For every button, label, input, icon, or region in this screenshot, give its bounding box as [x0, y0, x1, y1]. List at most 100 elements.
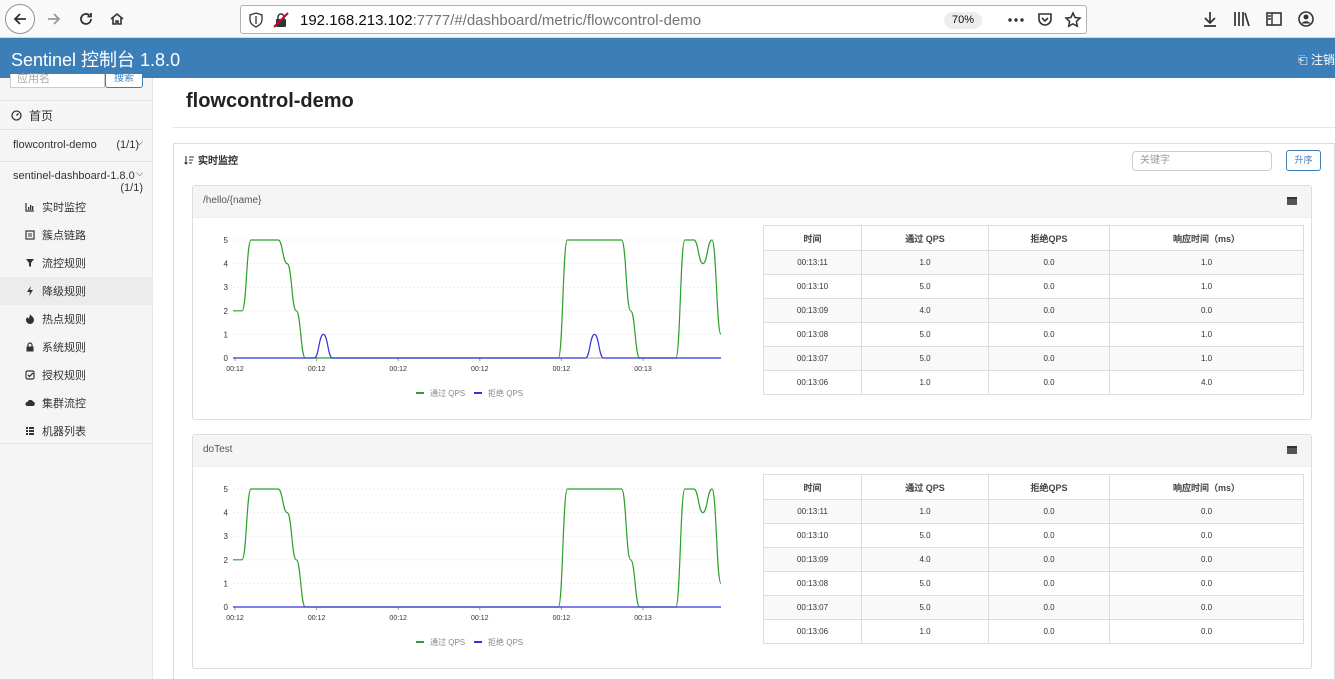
keyword-search-input[interactable]: 关键字: [1132, 151, 1272, 171]
table-row: 00:13:11 1.0 0.0 0.0: [763, 499, 1304, 524]
cell-rt: 0.0: [1109, 595, 1304, 620]
x-tick-label: 00:12: [389, 615, 407, 622]
download-icon[interactable]: [1200, 9, 1220, 29]
menu-item-degrade-rules[interactable]: 降级规则: [0, 277, 153, 305]
menu-item-label: 簇点链路: [42, 230, 86, 242]
cell-time: 00:13:06: [763, 619, 862, 644]
url-text[interactable]: 192.168.213.102:7777/#/dashboard/metric/…: [300, 12, 701, 29]
sort-icon: [184, 155, 194, 165]
app-header: Sentinel 控制台 1.8.0 ⎗ 注销: [0, 38, 1335, 78]
chevron-down-icon: ⌵: [136, 168, 143, 178]
cell-time: 00:13:09: [763, 298, 862, 323]
x-tick-label: 00:12: [226, 366, 244, 373]
app-name: sentinel-dashboard-1.8.0: [13, 170, 135, 182]
cell-rt: 1.0: [1109, 250, 1304, 275]
sort-ascending-button[interactable]: 升序: [1286, 150, 1321, 171]
sidebar-item-home[interactable]: 首页: [0, 100, 153, 130]
table-row: 00:13:06 1.0 0.0 0.0: [763, 619, 1304, 644]
table-row: 00:13:08 5.0 0.0 0.0: [763, 571, 1304, 596]
menu-item-hotspot-rules[interactable]: 热点规则: [0, 305, 153, 333]
table-row: 00:13:10 5.0 0.0 1.0: [763, 274, 1304, 299]
menu-item-realtime-monitor[interactable]: 实时监控: [0, 193, 153, 221]
cell-rt: 0.0: [1109, 571, 1304, 596]
y-tick-label: 0: [224, 354, 229, 363]
series-line: [232, 488, 722, 608]
cell-block-qps: 0.0: [988, 370, 1110, 395]
check-icon: [25, 370, 35, 380]
more-actions-icon[interactable]: [1007, 11, 1025, 29]
forward-button[interactable]: [40, 5, 68, 33]
x-tick-label: 00:12: [308, 615, 326, 622]
library-icon[interactable]: [1232, 9, 1252, 29]
resource-card: /hello/{name} 0 1 2 3 4 5 00:12 00:12 00:12 00:12…: [192, 185, 1312, 420]
zoom-indicator[interactable]: 70%: [944, 12, 983, 29]
table-row: 00:13:10 5.0 0.0 0.0: [763, 523, 1304, 548]
menu-item-label: 集群流控: [42, 398, 86, 410]
chart-toggle-icon[interactable]: [1287, 446, 1297, 454]
address-bar[interactable]: 192.168.213.102:7777/#/dashboard/metric/…: [240, 5, 1087, 34]
menu-item-label: 系统规则: [42, 342, 86, 354]
menu-item-label: 降级规则: [42, 286, 86, 298]
cell-block-qps: 0.0: [988, 250, 1110, 275]
menu-item-label: 实时监控: [42, 202, 86, 214]
cell-time: 00:13:11: [763, 499, 862, 524]
pocket-icon[interactable]: [1036, 11, 1054, 29]
cell-rt: 4.0: [1109, 370, 1304, 395]
sidebar-home-label: 首页: [29, 108, 54, 123]
table-row: 00:13:06 1.0 0.0 4.0: [763, 370, 1304, 395]
x-tick-label: 00:12: [308, 366, 326, 373]
cell-block-qps: 0.0: [988, 322, 1110, 347]
column-header-pass-qps: 通过 QPS: [861, 474, 989, 500]
menu-item-authority-rules[interactable]: 授权规则: [0, 361, 153, 389]
logout-label: 注销: [1310, 53, 1335, 67]
logout-link[interactable]: ⎗ 注销: [1298, 51, 1335, 68]
table-row: 00:13:11 1.0 0.0 1.0: [763, 250, 1304, 275]
main-content: flowcontrol-demo 实时监控 关键字 升序 /hello/{nam…: [153, 78, 1335, 679]
cell-block-qps: 0.0: [988, 595, 1110, 620]
chevron-down-icon: ⌵: [136, 137, 143, 147]
series-line: [233, 333, 721, 359]
menu-item-resource-chain[interactable]: 簇点链路: [0, 221, 153, 249]
table-row: 00:13:07 5.0 0.0 1.0: [763, 346, 1304, 371]
reload-button[interactable]: [72, 5, 100, 33]
column-header-time: 时间: [763, 225, 862, 251]
column-header-rt: 响应时间（ms）: [1109, 225, 1304, 251]
menu-item-machine-list[interactable]: 机器列表: [0, 417, 153, 445]
bookmark-star-icon[interactable]: [1064, 11, 1082, 29]
sidebar-app-flowcontrol-demo[interactable]: flowcontrol-demo (1/1) ⌵: [0, 137, 153, 151]
sidebar-toggle-icon[interactable]: [1264, 9, 1284, 29]
insecure-lock-icon[interactable]: [273, 12, 289, 28]
cell-time: 00:13:08: [763, 571, 862, 596]
menu-item-system-rules[interactable]: 系统规则: [0, 333, 153, 361]
brand-title[interactable]: Sentinel 控制台 1.8.0: [11, 46, 180, 72]
url-path: :7777/#/dashboard/metric/flowcontrol-dem…: [412, 12, 702, 29]
back-button[interactable]: [5, 4, 35, 34]
x-tick-label: 00:12: [553, 615, 571, 622]
title-divider: [173, 127, 1335, 128]
menu-item-flow-rules[interactable]: 流控规则: [0, 249, 153, 277]
app-search-button[interactable]: 搜索: [105, 74, 143, 88]
account-icon[interactable]: [1296, 9, 1316, 29]
cell-rt: 0.0: [1109, 499, 1304, 524]
cell-block-qps: 0.0: [988, 298, 1110, 323]
table-row: 00:13:09 4.0 0.0 0.0: [763, 547, 1304, 572]
app-search-input[interactable]: 应用名: [10, 74, 105, 88]
qps-line-chart: 0 1 2 3 4 5 00:12 00:12 00:12 00:12 00:12 00:13 通过 Q…: [224, 236, 722, 398]
home-button[interactable]: [103, 5, 131, 33]
chart-toggle-icon[interactable]: [1287, 197, 1297, 205]
cell-rt: 0.0: [1109, 547, 1304, 572]
cell-time: 00:13:07: [763, 595, 862, 620]
home-icon: [110, 12, 124, 25]
table-row: 00:13:09 4.0 0.0 0.0: [763, 298, 1304, 323]
cell-block-qps: 0.0: [988, 346, 1110, 371]
table-row: 00:13:08 5.0 0.0 1.0: [763, 322, 1304, 347]
cell-pass-qps: 5.0: [861, 595, 989, 620]
cell-time: 00:13:06: [763, 370, 862, 395]
lock-icon: [26, 342, 34, 352]
menu-item-cluster-flow[interactable]: 集群流控: [0, 389, 153, 417]
sidebar-app-sentinel-dashboard[interactable]: sentinel-dashboard-1.8.0 ⌵ (1/1): [0, 168, 153, 194]
arrow-left-icon: [13, 13, 26, 25]
y-tick-label: 3: [224, 532, 229, 541]
cell-block-qps: 0.0: [988, 547, 1110, 572]
shield-icon[interactable]: [248, 12, 264, 28]
